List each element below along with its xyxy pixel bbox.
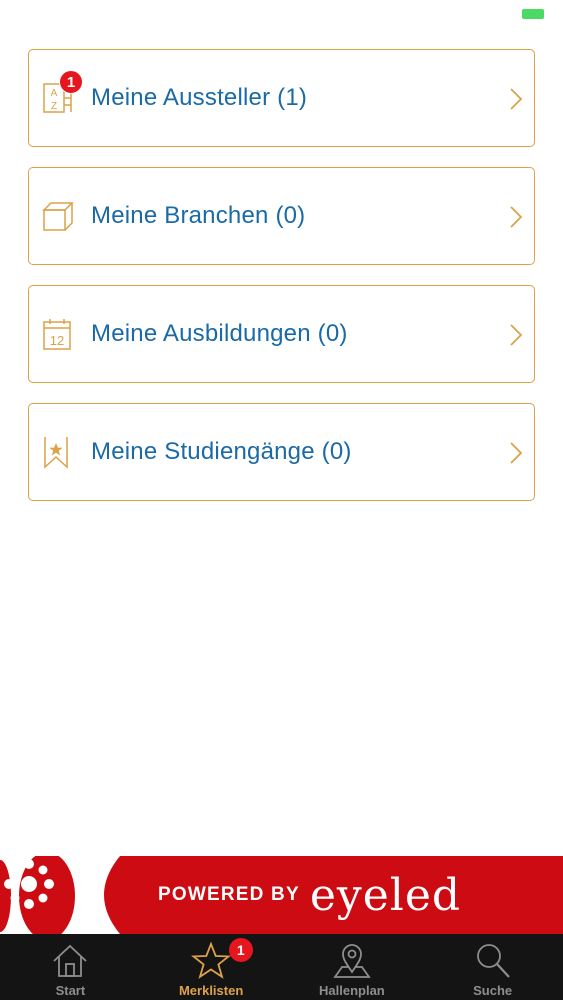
- chevron-right-icon: [508, 204, 524, 230]
- tab-start[interactable]: Start: [0, 934, 141, 1000]
- chevron-right-icon: [508, 440, 524, 466]
- saved-lists: A Z 1 Meine Aussteller (1) Meine Branche…: [28, 49, 535, 521]
- notification-badge: 1: [228, 938, 253, 962]
- bookmark-star-icon: [41, 435, 75, 469]
- powered-by-text: POWERED BY: [158, 884, 300, 905]
- list-item-label: Meine Branchen (0): [91, 202, 306, 229]
- calendar-icon-text: 12: [50, 333, 64, 348]
- list-item-label: Meine Studiengänge (0): [91, 438, 352, 465]
- calendar-icon: 12: [41, 317, 75, 351]
- list-item-label: Meine Ausbildungen (0): [91, 320, 348, 347]
- tab-merklisten[interactable]: 1 Merklisten: [141, 934, 282, 1000]
- map-pin-icon: [332, 941, 372, 981]
- tab-suche[interactable]: Suche: [422, 934, 563, 1000]
- notification-badge: 1: [59, 70, 83, 94]
- sponsor-banner[interactable]: POWERED BY eyeled: [0, 856, 563, 934]
- battery-icon: [522, 9, 544, 19]
- chevron-right-icon: [508, 86, 524, 112]
- list-item-aussteller[interactable]: A Z 1 Meine Aussteller (1): [28, 49, 535, 147]
- tab-hallenplan[interactable]: Hallenplan: [282, 934, 423, 1000]
- tab-label: Hallenplan: [319, 983, 385, 998]
- search-icon: [473, 941, 513, 981]
- list-item-label: Meine Aussteller (1): [91, 84, 308, 111]
- home-icon: [50, 941, 90, 981]
- eyeled-logo-icon: [4, 859, 54, 909]
- brand-logo-text: eyeled: [309, 869, 462, 921]
- star-icon: [191, 941, 232, 981]
- chevron-right-icon: [508, 322, 524, 348]
- tab-bar: Start 1 Merklisten Hallenplan Suche: [0, 934, 563, 1000]
- tab-label: Suche: [473, 983, 513, 998]
- list-item-branchen[interactable]: Meine Branchen (0): [28, 167, 535, 265]
- list-item-studiengaenge[interactable]: Meine Studiengänge (0): [28, 403, 535, 501]
- tab-label: Start: [55, 983, 86, 998]
- box-icon: [41, 199, 75, 233]
- svg-text:A: A: [51, 88, 58, 99]
- status-bar: [0, 0, 563, 28]
- svg-text:Z: Z: [51, 101, 57, 112]
- list-item-ausbildungen[interactable]: 12 Meine Ausbildungen (0): [28, 285, 535, 383]
- tab-label: Merklisten: [178, 983, 244, 998]
